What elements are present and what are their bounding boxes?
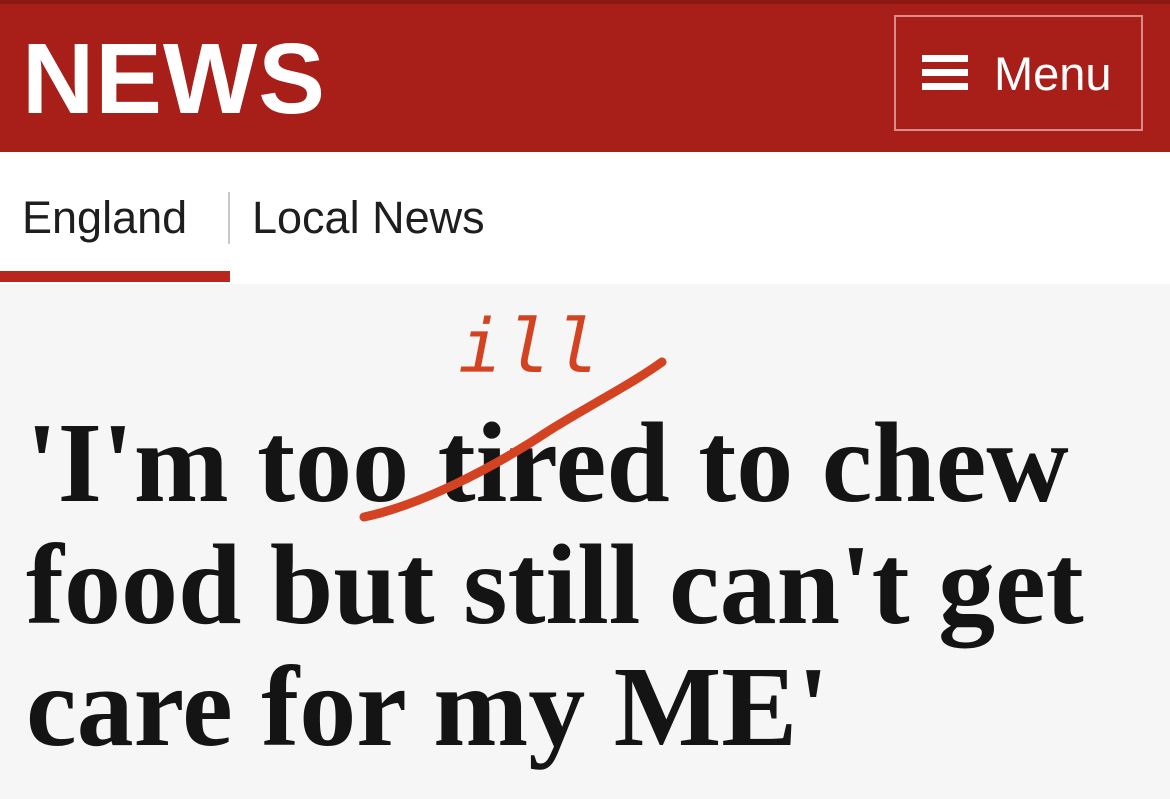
menu-label: Menu (994, 46, 1112, 100)
hamburger-icon (922, 53, 968, 93)
handwritten-replacement-word: ill (458, 304, 604, 390)
article-headline[interactable]: 'I'm too tired to chew food but still ca… (26, 402, 1146, 768)
news-logo[interactable]: NEWS (22, 14, 326, 144)
nav-divider (228, 192, 230, 244)
nav-item-local-news[interactable]: Local News (252, 186, 485, 250)
header-top-line (0, 0, 1170, 4)
active-tab-indicator (0, 271, 230, 282)
menu-button[interactable]: Menu (894, 15, 1143, 131)
nav-item-england[interactable]: England (22, 186, 187, 250)
